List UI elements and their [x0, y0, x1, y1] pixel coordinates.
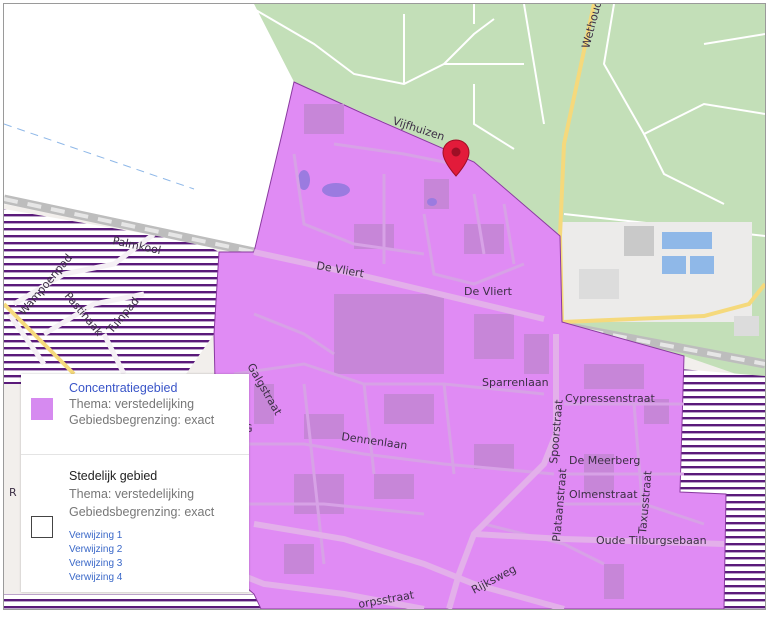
street-label: Olmenstraat — [569, 488, 638, 501]
legend-swatch-urban — [31, 516, 53, 538]
legend-item-title: Stedelijk gebied — [69, 469, 158, 483]
legend-divider — [21, 454, 249, 455]
street-label: Oude Tilburgsebaan — [596, 534, 707, 547]
reference-link-1[interactable]: Verwijzing 1 — [69, 529, 122, 542]
map-pin-icon[interactable] — [442, 139, 470, 177]
street-label: R — [9, 486, 17, 499]
street-label: De Vliert — [464, 285, 513, 298]
street-label: Sparrenlaan — [482, 376, 549, 389]
map-legend: Concentratiegebied Thema: verstedelijkin… — [21, 374, 249, 592]
map-frame[interactable]: Vijfhuizen Wethoud Palmkool De Vliert De… — [3, 3, 766, 610]
legend-item-boundary: Gebiedsbegrenzing: exact — [69, 413, 215, 427]
reference-link-4[interactable]: Verwijzing 4 — [69, 571, 122, 584]
legend-swatch-concentration — [31, 398, 53, 420]
water-basin — [662, 232, 712, 249]
reference-link-3[interactable]: Verwijzing 3 — [69, 557, 122, 570]
street-label: Cypressenstraat — [565, 392, 655, 405]
legend-item-theme: Thema: verstedelijking — [69, 487, 195, 501]
legend-item-theme: Thema: verstedelijking — [69, 397, 195, 411]
legend-item-boundary: Gebiedsbegrenzing: exact — [69, 505, 215, 519]
street-label: De Meerberg — [569, 454, 640, 467]
reference-link-2[interactable]: Verwijzing 2 — [69, 543, 122, 556]
legend-item-title[interactable]: Concentratiegebied — [69, 380, 177, 396]
